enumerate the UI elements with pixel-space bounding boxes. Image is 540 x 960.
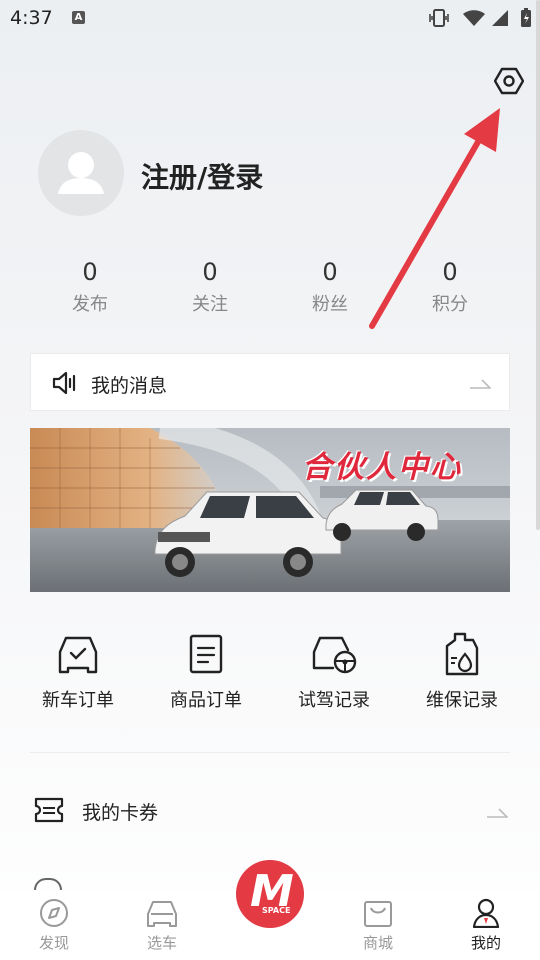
stat-label: 粉丝 <box>312 294 348 315</box>
my-coupons-row[interactable]: 我的卡券 <box>30 788 510 834</box>
divider <box>30 752 510 753</box>
order-label: 商品订单 <box>170 690 242 711</box>
battery-icon <box>521 8 531 27</box>
my-messages-label: 我的消息 <box>91 375 168 397</box>
m-space-center-button[interactable]: M SPACE <box>236 860 304 928</box>
document-icon <box>189 634 223 674</box>
maintenance-records-button[interactable]: 维保记录 <box>398 630 526 720</box>
signal-icon <box>492 10 508 26</box>
stat-value: 0 <box>82 258 98 286</box>
car-steering-icon <box>312 636 357 674</box>
product-orders-button[interactable]: 商品订单 <box>142 630 270 720</box>
tab-label: 选车 <box>146 934 177 952</box>
tab-label: 我的 <box>470 934 501 952</box>
my-messages-row[interactable]: 我的消息 <box>30 353 510 411</box>
oil-can-icon <box>445 632 479 676</box>
notification-a-icon: A <box>72 11 85 24</box>
stat-followers[interactable]: 0 粉丝 <box>270 258 390 318</box>
stat-value: 0 <box>322 258 338 286</box>
wifi-icon <box>463 10 485 26</box>
stat-following[interactable]: 0 关注 <box>150 258 270 318</box>
car-icon <box>147 901 177 927</box>
status-bar: 4:37 A <box>0 0 540 38</box>
tab-mine[interactable]: 我的 <box>432 890 540 960</box>
user-silhouette-icon <box>58 152 104 194</box>
scrollbar[interactable] <box>536 0 540 530</box>
settings-hex-icon[interactable] <box>494 66 524 96</box>
new-car-orders-button[interactable]: 新车订单 <box>14 630 142 720</box>
order-label: 试驾记录 <box>298 690 370 711</box>
banner-title: 合伙人中心 <box>302 450 462 485</box>
chevron-right-icon <box>470 379 491 389</box>
person-icon <box>472 898 500 928</box>
stat-label: 积分 <box>432 294 468 315</box>
tab-store[interactable]: 商城 <box>324 890 432 960</box>
my-coupons-label: 我的卡券 <box>82 802 159 824</box>
tab-discover[interactable]: 发现 <box>0 890 108 960</box>
status-time: 4:37 <box>10 7 53 29</box>
order-label: 新车订单 <box>42 690 114 711</box>
speaker-icon <box>52 371 76 395</box>
stat-label: 发布 <box>72 294 108 315</box>
compass-icon <box>40 899 68 927</box>
stat-points[interactable]: 0 积分 <box>390 258 510 318</box>
partner-center-banner[interactable]: 合伙人中心 <box>30 428 510 592</box>
car-check-icon <box>58 636 98 674</box>
chevron-right-icon <box>487 808 508 818</box>
tab-label: 发现 <box>38 934 69 952</box>
test-drive-records-button[interactable]: 试驾记录 <box>270 630 398 720</box>
order-shortcuts: 新车订单 商品订单 试驾记录 维保记录 <box>14 630 526 720</box>
ticket-icon <box>34 797 64 823</box>
avatar[interactable] <box>38 130 124 216</box>
tab-label: 商城 <box>362 934 393 952</box>
order-label: 维保记录 <box>426 690 498 711</box>
m-space-logo-sub: SPACE <box>262 906 291 915</box>
stat-posts[interactable]: 0 发布 <box>30 258 150 318</box>
login-register-link[interactable]: 注册/登录 <box>141 156 263 196</box>
stat-label: 关注 <box>192 294 228 315</box>
store-icon <box>364 901 392 927</box>
tab-choose-car[interactable]: 选车 <box>108 890 216 960</box>
stat-value: 0 <box>442 258 458 286</box>
stats-row: 0 发布 0 关注 0 粉丝 0 积分 <box>30 258 510 318</box>
stat-value: 0 <box>202 258 218 286</box>
vibrate-icon <box>429 9 449 27</box>
